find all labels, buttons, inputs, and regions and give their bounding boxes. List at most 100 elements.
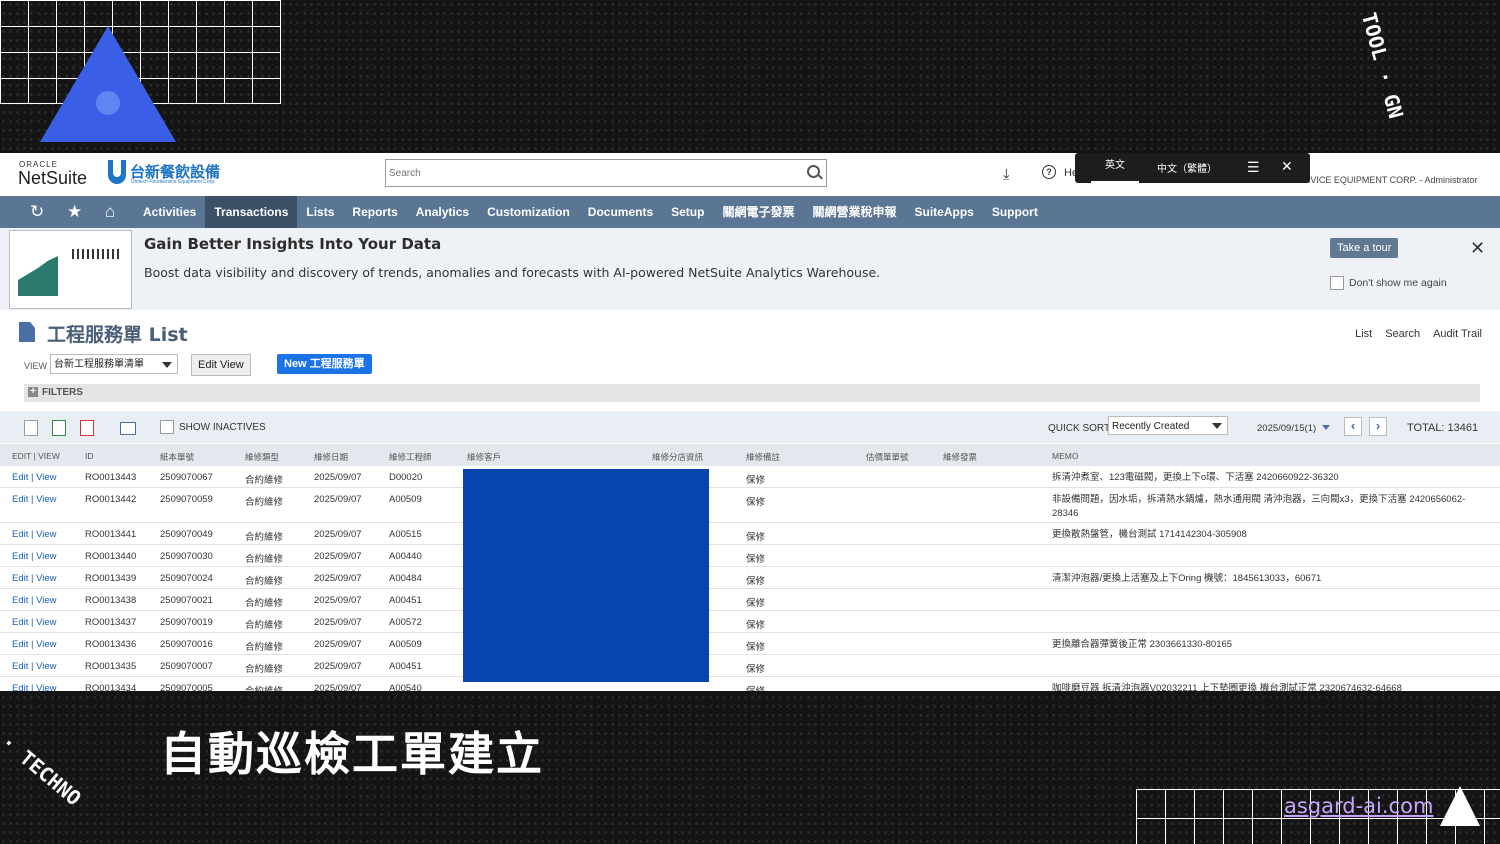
cell-id: RO0013440: [85, 551, 137, 562]
edit-view-link[interactable]: Edit | View: [12, 551, 57, 562]
export-csv-icon[interactable]: [24, 420, 38, 436]
nav-item-activities[interactable]: Activities: [134, 196, 205, 228]
cell-paper-no: 2509070030: [160, 551, 213, 562]
cell-note: 保修: [746, 620, 766, 631]
table-row[interactable]: Edit | View RO0013437 2509070019 合約維修 2025/0…: [0, 611, 1500, 633]
new-record-button[interactable]: New 工程服務單: [277, 354, 372, 374]
col-memo[interactable]: MEMO: [1052, 451, 1078, 461]
star-icon[interactable]: ★: [67, 202, 82, 222]
export-pdf-icon[interactable]: [80, 420, 94, 436]
edit-view-link[interactable]: Edit | View: [12, 617, 57, 628]
search-icon[interactable]: [807, 165, 820, 178]
col-engineer[interactable]: 維修工程師: [389, 451, 432, 463]
col-repair-date[interactable]: 維修日期: [314, 451, 348, 463]
table-row[interactable]: Edit | View RO0013440 2509070030 合約維修 2025/0…: [0, 545, 1500, 567]
cell-note: 保修: [746, 554, 766, 565]
edit-view-link[interactable]: Edit | View: [12, 494, 57, 505]
edit-view-button[interactable]: Edit View: [191, 354, 251, 376]
show-inactives-checkbox[interactable]: SHOW INACTIVES: [160, 420, 266, 434]
cell-engineer: D00020: [389, 472, 423, 483]
chevron-down-icon[interactable]: [1322, 425, 1330, 430]
cell-id: RO0013441: [85, 529, 137, 540]
next-page-button[interactable]: ›: [1369, 417, 1387, 436]
prev-page-button[interactable]: ‹: [1344, 417, 1362, 436]
netsuite-logo[interactable]: NetSuite: [18, 168, 87, 189]
close-icon[interactable]: ✕: [1281, 158, 1293, 175]
cell-repair-date: 2025/09/07: [314, 472, 362, 483]
page-select[interactable]: 2025/09/15(1): [1257, 423, 1316, 434]
edit-view-link[interactable]: Edit | View: [12, 529, 57, 540]
audit-trail-link[interactable]: Audit Trail: [1433, 328, 1482, 340]
nav-item-tax-filing[interactable]: 關網營業稅申報: [803, 196, 905, 228]
col-customer[interactable]: 維修客戶: [467, 451, 501, 463]
lang-english-tab[interactable]: 英文: [1091, 153, 1139, 183]
nav-item-suiteapps[interactable]: SuiteApps: [906, 196, 983, 228]
export-excel-icon[interactable]: [52, 420, 66, 436]
edit-view-link[interactable]: Edit | View: [12, 683, 57, 691]
edit-view-link[interactable]: Edit | View: [12, 639, 57, 650]
nav-item-einvoice[interactable]: 關網電子發票: [713, 196, 803, 228]
cell-note: 保修: [746, 532, 766, 543]
col-repair-type[interactable]: 維修類型: [245, 451, 279, 463]
col-quote-no[interactable]: 估價單單號: [866, 451, 909, 463]
table-row[interactable]: Edit | View RO0013438 2509070021 合約維修 2025/0…: [0, 589, 1500, 611]
total-count: TOTAL: 13461: [1407, 422, 1479, 434]
lang-chinese-tab[interactable]: 中文（繁體）: [1157, 160, 1217, 175]
website-link[interactable]: asgard-ai.com: [1284, 794, 1433, 818]
triangle-dot-icon: [96, 91, 120, 115]
quick-sort-select[interactable]: Recently Created: [1108, 416, 1228, 435]
close-icon[interactable]: ✕: [1470, 238, 1485, 259]
edit-view-link[interactable]: Edit | View: [12, 595, 57, 606]
nav-item-support[interactable]: Support: [983, 196, 1047, 228]
nav-item-lists[interactable]: Lists: [297, 196, 343, 228]
checkbox-icon[interactable]: [160, 420, 174, 434]
checkbox-icon[interactable]: [1330, 276, 1344, 290]
edit-view-link[interactable]: Edit | View: [12, 472, 57, 483]
nav-item-customization[interactable]: Customization: [478, 196, 579, 228]
take-tour-button[interactable]: Take a tour: [1330, 238, 1399, 258]
cell-note: 保修: [746, 576, 766, 587]
col-id[interactable]: ID: [85, 451, 94, 461]
edit-view-link[interactable]: Edit | View: [12, 573, 57, 584]
nav-item-transactions[interactable]: Transactions: [205, 196, 298, 228]
view-select[interactable]: 台新工程服務單清單: [50, 354, 178, 374]
col-edit-view[interactable]: EDIT | VIEW: [12, 451, 60, 461]
cell-engineer: A00540: [389, 683, 422, 691]
view-label: VIEW: [24, 361, 48, 371]
edit-view-link[interactable]: Edit | View: [12, 661, 57, 672]
col-branch[interactable]: 維修分店資訊: [652, 451, 703, 463]
table-row[interactable]: Edit | View RO0013443 2509070067 合約維修 2025/0…: [0, 466, 1500, 488]
account-role[interactable]: RVICE EQUIPMENT CORP. - Administrator: [1304, 175, 1478, 185]
col-paper-no[interactable]: 紙本單號: [160, 451, 194, 463]
filters-toggle[interactable]: FILTERS: [24, 384, 1480, 402]
home-icon[interactable]: ⌂: [105, 202, 115, 222]
table-row[interactable]: Edit | View RO0013439 2509070024 合約維修 2025/0…: [0, 567, 1500, 589]
help-icon[interactable]: ?: [1042, 165, 1056, 179]
table-row[interactable]: Edit | View RO0013441 2509070049 合約維修 2025/0…: [0, 523, 1500, 545]
menu-icon[interactable]: ☰: [1247, 159, 1260, 176]
nav-item-reports[interactable]: Reports: [343, 196, 406, 228]
table-row[interactable]: Edit | View RO0013434 2509070005 合約維修 2025/0…: [0, 677, 1500, 691]
cell-id: RO0013438: [85, 595, 137, 606]
print-icon[interactable]: [120, 422, 136, 435]
recent-records-icon[interactable]: ⤓: [1003, 166, 1010, 183]
translator-toolbar: 英文 中文（繁體） ☰ ✕: [1075, 153, 1310, 183]
table-row[interactable]: Edit | View RO0013435 2509070007 合約維修 2025/0…: [0, 655, 1500, 677]
company-logo-icon: [108, 160, 126, 184]
table-row[interactable]: Edit | View RO0013436 2509070016 合約維修 2025/0…: [0, 633, 1500, 655]
nav-item-documents[interactable]: Documents: [579, 196, 662, 228]
dont-show-checkbox[interactable]: Don't show me again: [1330, 276, 1447, 290]
cell-memo: 拆清沖煮室、123電磁閥，更換上下o環、下活塞 2420660922-36320: [1052, 472, 1339, 483]
col-note[interactable]: 維修備註: [746, 451, 780, 463]
table-row[interactable]: Edit | View RO0013442 2509070059 合約維修 2025/0…: [0, 488, 1500, 523]
search-input[interactable]: [386, 160, 791, 186]
nav-item-setup[interactable]: Setup: [662, 196, 713, 228]
quick-sort-value: Recently Created: [1112, 421, 1190, 432]
recent-icon[interactable]: ↻: [30, 202, 44, 222]
cell-repair-date: 2025/09/07: [314, 494, 362, 505]
list-link[interactable]: List: [1355, 328, 1372, 340]
nav-item-analytics[interactable]: Analytics: [407, 196, 478, 228]
search-link[interactable]: Search: [1385, 328, 1420, 340]
col-invoice[interactable]: 維修發票: [943, 451, 977, 463]
netsuite-window: ORACLE NetSuite 台新餐飲設備 Unitech Foodservi…: [0, 153, 1500, 691]
